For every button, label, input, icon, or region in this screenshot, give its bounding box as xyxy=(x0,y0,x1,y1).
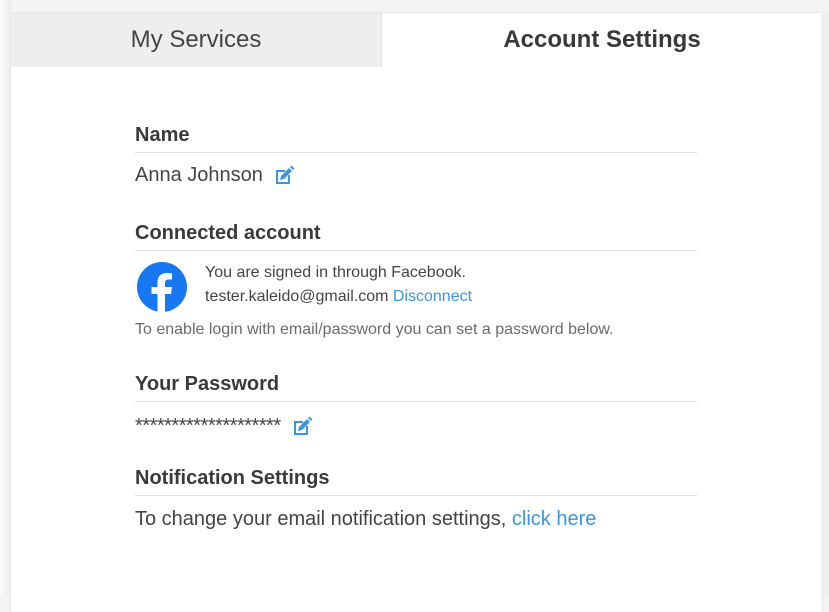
password-hint: To enable login with email/password you … xyxy=(135,321,614,338)
connected-email-line: tester.kaleido@gmail.com Disconnect xyxy=(205,285,472,309)
password-section-title: Your Password xyxy=(135,373,697,402)
notification-section-title: Notification Settings xyxy=(135,467,697,496)
notification-text: To change your email notification settin… xyxy=(135,508,507,530)
signed-in-text: You are signed in through Facebook. xyxy=(205,264,466,281)
edit-icon[interactable] xyxy=(273,165,295,187)
notification-row: To change your email notification settin… xyxy=(135,508,697,531)
edit-icon[interactable] xyxy=(291,416,313,438)
tab-account-settings[interactable]: Account Settings xyxy=(382,12,822,67)
facebook-connection-text: You are signed in through Facebook. test… xyxy=(205,261,472,309)
connected-account-section: Connected account You are signed in thro… xyxy=(135,222,697,339)
password-row: ******************** xyxy=(135,415,697,438)
notification-section: Notification Settings To change your ema… xyxy=(135,467,697,531)
name-section: Name Anna Johnson xyxy=(135,124,697,187)
name-row: Anna Johnson xyxy=(135,164,697,187)
settings-card: My Services Account Settings Name Anna J… xyxy=(10,12,823,612)
tab-my-services[interactable]: My Services xyxy=(11,12,382,67)
disconnect-link[interactable]: Disconnect xyxy=(393,288,472,305)
facebook-connection-row: You are signed in through Facebook. test… xyxy=(135,261,697,313)
notification-settings-link[interactable]: click here xyxy=(512,508,596,530)
tab-bar: My Services Account Settings xyxy=(11,12,822,67)
connected-email: tester.kaleido@gmail.com xyxy=(205,288,389,305)
name-value: Anna Johnson xyxy=(135,164,263,186)
facebook-icon xyxy=(136,261,188,313)
password-section: Your Password ******************** xyxy=(135,373,697,438)
masked-password: ******************** xyxy=(135,415,281,437)
name-section-title: Name xyxy=(135,124,697,153)
scrollbar-track[interactable] xyxy=(821,12,829,596)
connected-account-title: Connected account xyxy=(135,222,697,251)
account-settings-content: Name Anna Johnson Connected account You … xyxy=(135,67,697,531)
